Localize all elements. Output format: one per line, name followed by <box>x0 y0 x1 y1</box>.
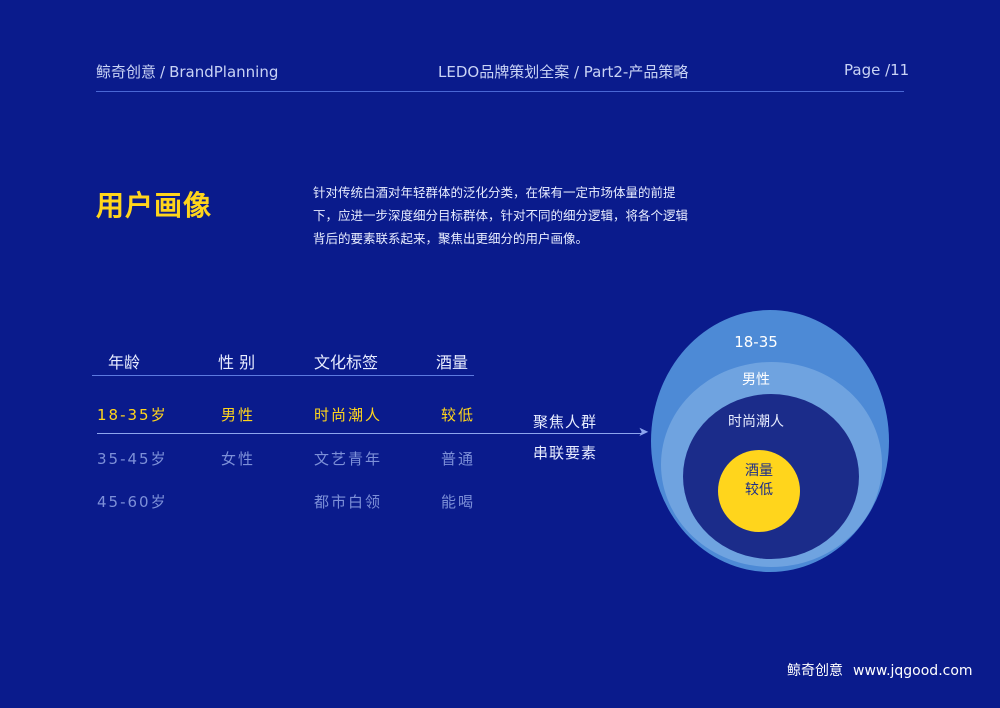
cell-culture-tag: 时尚潮人 <box>314 406 383 424</box>
page-number: Page /11 <box>844 61 910 79</box>
core-label-line1: 酒量 <box>745 463 773 479</box>
cell-age: 45-60岁 <box>97 493 168 511</box>
brand-subtitle: BrandPlanning <box>169 63 279 81</box>
cell-drinking-capacity: 普通 <box>441 450 476 468</box>
header-culture-tag: 文化标签 <box>314 353 379 372</box>
header-divider <box>96 91 904 92</box>
arrow-right-icon: ➤ <box>638 425 649 440</box>
cell-age: 18-35岁 <box>97 406 168 424</box>
header-age: 年龄 <box>108 353 141 372</box>
document-title: LEDO品牌策划全案 / Part2-产品策略 <box>438 63 689 81</box>
footer: 鲸奇创意 www.jqgood.com <box>787 660 973 680</box>
section-description: 针对传统白酒对年轻群体的泛化分类，在保有一定市场体量的前提下，应进一步深度细分目… <box>313 185 689 246</box>
cell-gender: 女性 <box>221 450 256 468</box>
inner-circle-label: 时尚潮人 <box>728 414 784 430</box>
cell-gender: 男性 <box>221 406 256 424</box>
cell-drinking-capacity: 较低 <box>441 406 476 424</box>
header-drinking-capacity: 酒量 <box>436 353 469 372</box>
arrow-label-connect: 串联要素 <box>533 444 598 462</box>
cell-drinking-capacity: 能喝 <box>441 493 476 511</box>
footer-brand: 鲸奇创意 <box>787 663 843 679</box>
brand-separator: / <box>160 63 166 81</box>
table-header-divider <box>92 375 474 376</box>
cell-culture-tag: 都市白领 <box>314 493 383 511</box>
outer-circle-label: 18-35 <box>734 333 778 351</box>
arrow-label-focus: 聚焦人群 <box>533 413 598 431</box>
connector-arrow-line <box>97 433 642 434</box>
cell-age: 35-45岁 <box>97 450 168 468</box>
core-label-line2: 较低 <box>745 482 773 498</box>
section-title: 用户画像 <box>96 189 213 222</box>
cell-culture-tag: 文艺青年 <box>314 450 383 468</box>
header-brand: 鲸奇创意 / BrandPlanning <box>96 61 278 82</box>
footer-url: www.jqgood.com <box>853 663 973 679</box>
brand-name: 鲸奇创意 <box>96 63 157 81</box>
middle-circle-label: 男性 <box>742 372 770 388</box>
header-gender: 性 别 <box>218 353 256 372</box>
